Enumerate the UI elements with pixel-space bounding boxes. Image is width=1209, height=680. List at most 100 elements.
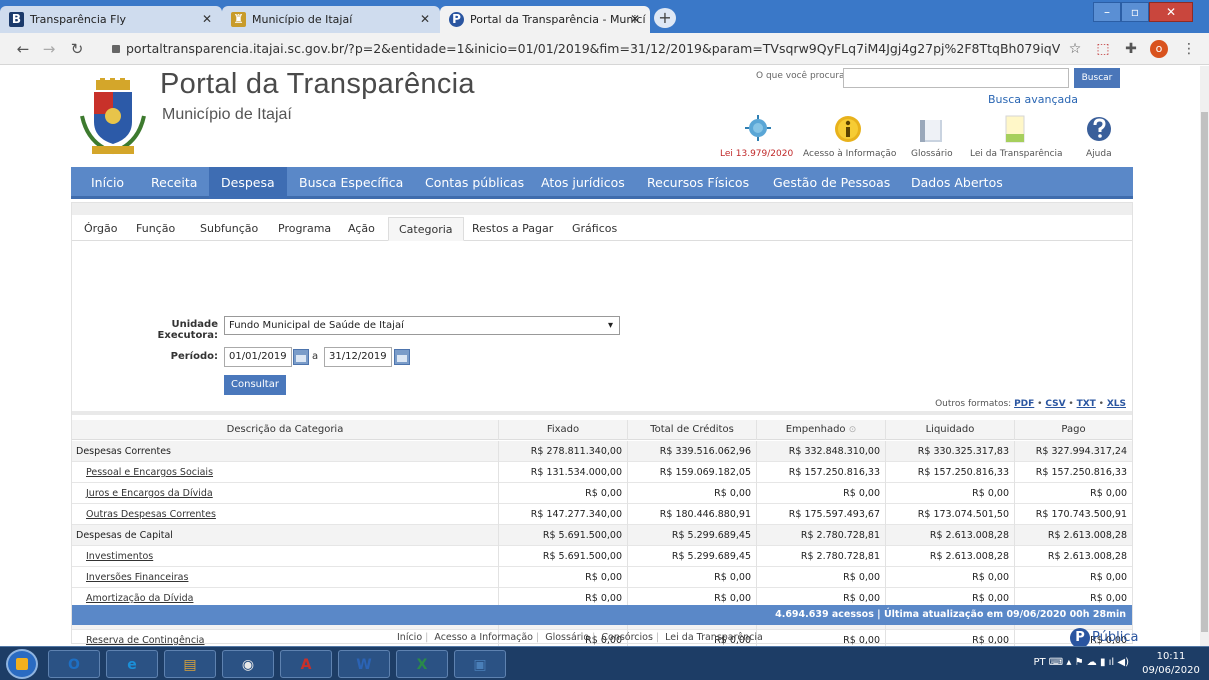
address-bar[interactable]: portaltransparencia.itajai.sc.gov.br/?p=… <box>100 37 1060 61</box>
taskbar-app-acrobat[interactable]: A <box>280 650 332 678</box>
tab-funcao[interactable]: Função <box>126 217 185 241</box>
close-tab-icon[interactable]: ✕ <box>420 6 430 33</box>
col-header-fixado[interactable]: Fixado <box>499 420 628 440</box>
nav-busca-especifica[interactable]: Busca Específica <box>287 167 415 199</box>
row-description-link[interactable]: Pessoal e Encargos Sociais <box>86 467 213 478</box>
maximize-button[interactable]: ▫ <box>1121 2 1149 22</box>
col-header-pago[interactable]: Pago <box>1015 420 1132 440</box>
footer-link-glossario[interactable]: Glossário <box>545 632 589 643</box>
taskbar-app-internet-explorer[interactable]: e <box>106 650 158 678</box>
volume-icon[interactable]: ◀) <box>1117 657 1129 668</box>
star-icon[interactable]: ☆ <box>1066 40 1084 58</box>
reload-icon[interactable]: ↻ <box>68 40 86 58</box>
nav-inicio[interactable]: Início <box>79 167 136 199</box>
taskbar-app-photos[interactable]: ▣ <box>454 650 506 678</box>
tab-orgao[interactable]: Órgão <box>74 217 127 241</box>
network-icon[interactable]: ▮ <box>1100 657 1106 668</box>
nav-receita[interactable]: Receita <box>139 167 209 199</box>
browser-tab-1[interactable]: B Transparência Fly ✕ <box>0 6 222 33</box>
calendar-icon[interactable] <box>394 349 410 365</box>
row-description-link[interactable]: Amortização da Dívida <box>86 593 193 604</box>
info-icon[interactable] <box>834 114 874 146</box>
forward-arrow-icon[interactable]: → <box>40 40 58 58</box>
format-txt-link[interactable]: TXT <box>1077 399 1096 409</box>
ajuda-link[interactable]: Ajuda <box>1086 149 1112 159</box>
format-xls-link[interactable]: XLS <box>1107 399 1126 409</box>
nav-dados-abertos[interactable]: Dados Abertos <box>899 167 1015 199</box>
search-button[interactable]: Buscar <box>1074 68 1120 88</box>
date-to-input[interactable]: 31/12/2019 <box>324 347 392 367</box>
lei-13979-link[interactable]: Lei 13.979/2020 <box>720 149 793 159</box>
language-indicator[interactable]: PT <box>1033 657 1045 668</box>
footer-link-lei-transparencia[interactable]: Lei da Transparência <box>665 632 763 643</box>
nav-gestao-pessoas[interactable]: Gestão de Pessoas <box>761 167 902 199</box>
glossario-link[interactable]: Glossário <box>911 149 953 159</box>
menu-dots-icon[interactable]: ⋮ <box>1180 40 1198 58</box>
acesso-informacao-link[interactable]: Acesso à Informação <box>803 149 896 159</box>
browser-tab-2[interactable]: ♜ Município de Itajaí ✕ <box>222 6 440 33</box>
calendar-icon[interactable] <box>293 349 309 365</box>
footer-link-acesso[interactable]: Acesso a Informação <box>434 632 533 643</box>
virus-icon[interactable] <box>744 114 784 146</box>
nav-contas-publicas[interactable]: Contas públicas <box>413 167 536 199</box>
col-header-total-creditos[interactable]: Total de Créditos <box>628 420 757 440</box>
signal-icon[interactable]: ıl <box>1109 657 1115 668</box>
taskbar-clock[interactable]: 10:11 09/06/2020 <box>1141 650 1201 678</box>
page-scrollbar[interactable] <box>1200 66 1209 646</box>
taskbar-app-chrome[interactable]: ◉ <box>222 650 274 678</box>
row-description[interactable]: Investimentos <box>72 546 499 567</box>
keyboard-icon[interactable]: ⌨ <box>1049 657 1063 668</box>
taskbar-app-word[interactable]: W <box>338 650 390 678</box>
row-description[interactable]: Pessoal e Encargos Sociais <box>72 462 499 483</box>
row-description-link[interactable]: Juros e Encargos da Dívida <box>86 488 213 499</box>
minimize-button[interactable]: – <box>1093 2 1121 22</box>
tray-expand-icon[interactable]: ▴ <box>1066 657 1071 668</box>
row-description-link[interactable]: Reserva de Contingência <box>86 635 205 646</box>
document-icon[interactable] <box>1004 114 1044 146</box>
flag-icon[interactable]: ⚑ <box>1075 657 1084 668</box>
taskbar-app-file-explorer[interactable]: ▤ <box>164 650 216 678</box>
scrollbar-thumb[interactable] <box>1201 112 1208 632</box>
footer-link-inicio[interactable]: Início <box>397 632 422 643</box>
nav-recursos-fisicos[interactable]: Recursos Físicos <box>635 167 761 199</box>
back-arrow-icon[interactable]: ← <box>14 40 32 58</box>
row-description-link[interactable]: Outras Despesas Correntes <box>86 509 216 520</box>
close-tab-icon[interactable]: ✕ <box>630 6 640 33</box>
sort-icon[interactable]: ⊙ <box>849 425 857 435</box>
publica-logo[interactable]: P Pública <box>1070 628 1138 646</box>
row-description[interactable]: Juros e Encargos da Dívida <box>72 483 499 504</box>
row-description[interactable]: Outras Despesas Correntes <box>72 504 499 525</box>
help-icon[interactable] <box>1086 114 1126 146</box>
windows-start-button[interactable] <box>6 649 38 679</box>
lei-transparencia-link[interactable]: Lei da Transparência <box>970 149 1063 159</box>
tab-subfuncao[interactable]: Subfunção <box>190 217 268 241</box>
tab-graficos[interactable]: Gráficos <box>562 217 627 241</box>
format-pdf-link[interactable]: PDF <box>1014 399 1034 409</box>
col-header-descricao[interactable]: Descrição da Categoria <box>72 420 499 440</box>
footer-link-consorcios[interactable]: Consórcios <box>601 632 653 643</box>
tab-restos-pagar[interactable]: Restos a Pagar <box>462 217 563 241</box>
tab-programa[interactable]: Programa <box>268 217 341 241</box>
nav-despesa[interactable]: Despesa <box>209 167 287 199</box>
browser-tab-3[interactable]: P Portal da Transparência - Municí ✕ <box>440 6 650 33</box>
tab-categoria[interactable]: Categoria <box>388 217 464 241</box>
puzzle-icon[interactable]: ✚ <box>1122 40 1140 58</box>
taskbar-app-outlook[interactable]: O <box>48 650 100 678</box>
nav-atos-juridicos[interactable]: Atos jurídicos <box>529 167 637 199</box>
new-tab-button[interactable]: + <box>654 8 676 28</box>
col-header-liquidado[interactable]: Liquidado <box>886 420 1015 440</box>
consultar-button[interactable]: Consultar <box>224 375 286 395</box>
profile-avatar[interactable]: o <box>1150 40 1168 58</box>
row-description-link[interactable]: Investimentos <box>86 551 153 562</box>
col-header-empenhado[interactable]: Empenhado ⊙ <box>757 420 886 440</box>
row-description-link[interactable]: Inversões Financeiras <box>86 572 188 583</box>
book-icon[interactable] <box>918 114 958 146</box>
row-description[interactable]: Inversões Financeiras <box>72 567 499 588</box>
date-from-input[interactable]: 01/01/2019 <box>224 347 292 367</box>
search-input[interactable] <box>843 68 1069 88</box>
taskbar-app-excel[interactable]: X <box>396 650 448 678</box>
unidade-select[interactable]: Fundo Municipal de Saúde de Itajaí ▾ <box>224 316 620 335</box>
format-csv-link[interactable]: CSV <box>1045 399 1065 409</box>
advanced-search-link[interactable]: Busca avançada <box>988 93 1078 106</box>
window-close-button[interactable]: ✕ <box>1149 2 1193 22</box>
